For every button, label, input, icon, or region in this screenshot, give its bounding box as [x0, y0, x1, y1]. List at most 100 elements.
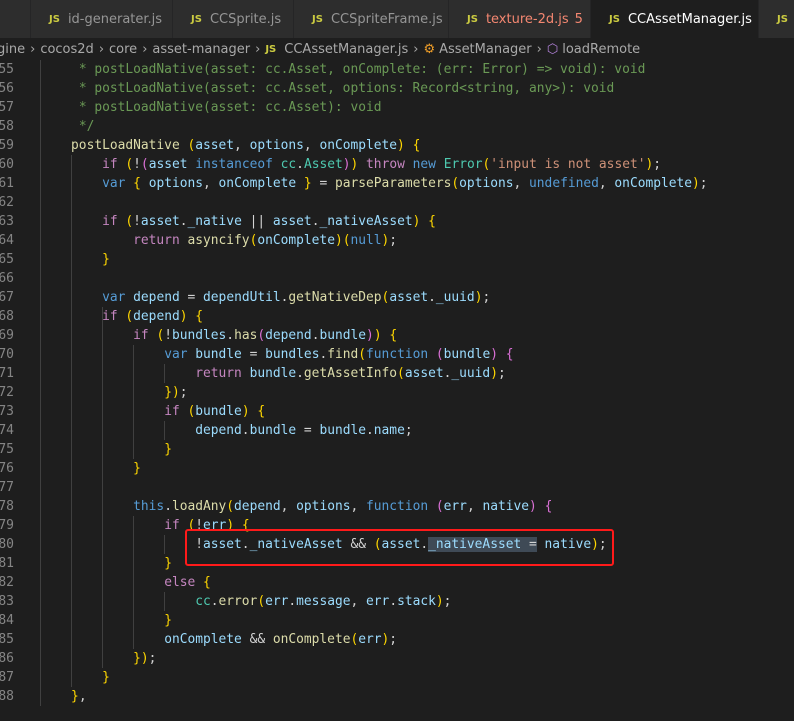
code-line[interactable]: this.loadAny(depend, options, function (…: [40, 497, 708, 516]
code-token: onComplete: [257, 233, 335, 248]
code-token: .: [226, 328, 235, 343]
code-token: * postLoadNative(asset: cc.Asset): void: [78, 100, 382, 115]
code-token: if: [102, 157, 118, 172]
code-token: .: [210, 594, 219, 609]
code-line[interactable]: postLoadNative (asset, options, onComple…: [40, 136, 708, 155]
code-line[interactable]: if (depend) {: [40, 307, 708, 326]
breadcrumb-item[interactable]: core: [109, 42, 137, 57]
code-line[interactable]: [40, 193, 708, 212]
code-token: asset: [148, 157, 188, 172]
code-line[interactable]: * postLoadNative(asset: cc.Asset, option…: [40, 79, 708, 98]
tab-ccsprite-js[interactable]: JS CCSprite.js: [173, 0, 294, 38]
breadcrumb-item[interactable]: AssetManager: [439, 42, 532, 57]
code-line[interactable]: * postLoadNative(asset: cc.Asset, onComp…: [40, 60, 708, 79]
code-line[interactable]: var { options, onComplete } = parseParam…: [40, 174, 707, 193]
code-token: ): [529, 499, 537, 514]
code-line[interactable]: if (!bundles.has(depend.bundle)) {: [40, 326, 708, 345]
code-token: bundles: [171, 328, 227, 343]
code-line[interactable]: [40, 269, 708, 288]
breadcrumb-item[interactable]: asset-manager: [152, 42, 250, 57]
js-icon: JS: [312, 13, 323, 25]
code-token: depend: [265, 328, 312, 343]
tab-id-generater-js[interactable]: JS id-generater.js: [31, 0, 173, 38]
code-line[interactable]: }: [40, 459, 708, 478]
tab-texture-2d-js[interactable]: JS texture-2d.js 5: [449, 0, 591, 38]
line-number: 59: [0, 138, 14, 153]
code-token: .: [389, 594, 398, 609]
code-line[interactable]: onComplete && onComplete(err);: [40, 630, 708, 649]
code-token: asset: [140, 214, 180, 229]
breadcrumb-item[interactable]: loadRemote: [562, 42, 640, 57]
code-token: onComplete: [218, 176, 297, 191]
code-token: function: [366, 499, 429, 514]
tab-partial[interactable]: [0, 0, 31, 38]
code-line[interactable]: * postLoadNative(asset: cc.Asset): void: [40, 98, 708, 117]
code-line[interactable]: */: [40, 117, 708, 136]
code-line[interactable]: var bundle = bundles.find(function (bund…: [40, 345, 708, 364]
code-token: options: [148, 176, 204, 191]
code-line[interactable]: }: [40, 440, 708, 459]
code-token: err: [366, 594, 390, 609]
code-line[interactable]: var depend = dependUtil.getNativeDep(ass…: [40, 288, 708, 307]
tab-ccassetmanager-js[interactable]: JSCCAssetManager.js✕: [591, 0, 771, 38]
tab-bar: JS id-generater.js JS CCSprite.js JS CCSprite…: [0, 0, 794, 38]
line-number: 75: [0, 442, 14, 457]
code-line[interactable]: });: [40, 649, 708, 668]
code-line[interactable]: });: [40, 383, 708, 402]
code-token: depend: [133, 309, 180, 324]
code-token: {: [133, 176, 141, 191]
code-line[interactable]: if (bundle) {: [40, 402, 708, 421]
breadcrumb-item[interactable]: gine: [0, 42, 25, 57]
code-line[interactable]: depend.bundle = bundle.name;: [40, 421, 708, 440]
code-token: }: [164, 556, 172, 571]
code-line[interactable]: }: [40, 611, 708, 630]
breadcrumb-item[interactable]: CCAssetManager.js: [284, 42, 408, 57]
code-token: !: [133, 214, 141, 229]
code-token: var: [102, 290, 126, 305]
code-line[interactable]: return asyncify(onComplete)(null);: [40, 231, 708, 250]
code-token: (: [257, 594, 266, 609]
code-line[interactable]: else {: [40, 573, 708, 592]
code-line[interactable]: },: [40, 687, 708, 706]
code-token: |: [257, 214, 266, 229]
breadcrumb-separator: ›: [255, 41, 261, 57]
code-token: parseParameters: [334, 176, 452, 191]
breadcrumb-item[interactable]: cocos2d: [40, 42, 94, 57]
code-token: options: [249, 138, 304, 153]
code-token: undefined: [529, 176, 599, 191]
code-line[interactable]: }: [40, 668, 708, 687]
breadcrumb-separator: ›: [536, 41, 542, 57]
code-token: ): [241, 404, 250, 419]
code-line[interactable]: [40, 478, 708, 497]
code-line[interactable]: if (!asset._native || asset._nativeAsset…: [40, 212, 708, 231]
code-token: }: [102, 252, 110, 267]
code-token: ): [334, 233, 343, 248]
tab-ccspriteframe-js[interactable]: JS CCSpriteFrame.js: [294, 0, 449, 38]
code-line[interactable]: return bundle.getAssetInfo(asset._uuid);: [40, 364, 708, 383]
code-token: ;: [653, 157, 662, 172]
code-token: new: [412, 157, 436, 172]
code-token: dependUtil: [203, 290, 281, 305]
code-line[interactable]: cc.error(err.message, err.stack);: [40, 592, 708, 611]
line-number: 61: [0, 176, 14, 191]
code-token: {: [544, 499, 553, 514]
code-editor[interactable]: * postLoadNative(asset: cc.Asset, onComp…: [40, 60, 708, 706]
line-number: 79: [0, 518, 14, 533]
code-line[interactable]: }: [40, 250, 708, 269]
code-token: err: [265, 594, 289, 609]
code-token: Asset: [303, 157, 343, 172]
tab-te[interactable]: JSTe: [759, 0, 794, 38]
code-line[interactable]: if (!(asset instanceof cc.Asset)) throw …: [40, 155, 708, 174]
